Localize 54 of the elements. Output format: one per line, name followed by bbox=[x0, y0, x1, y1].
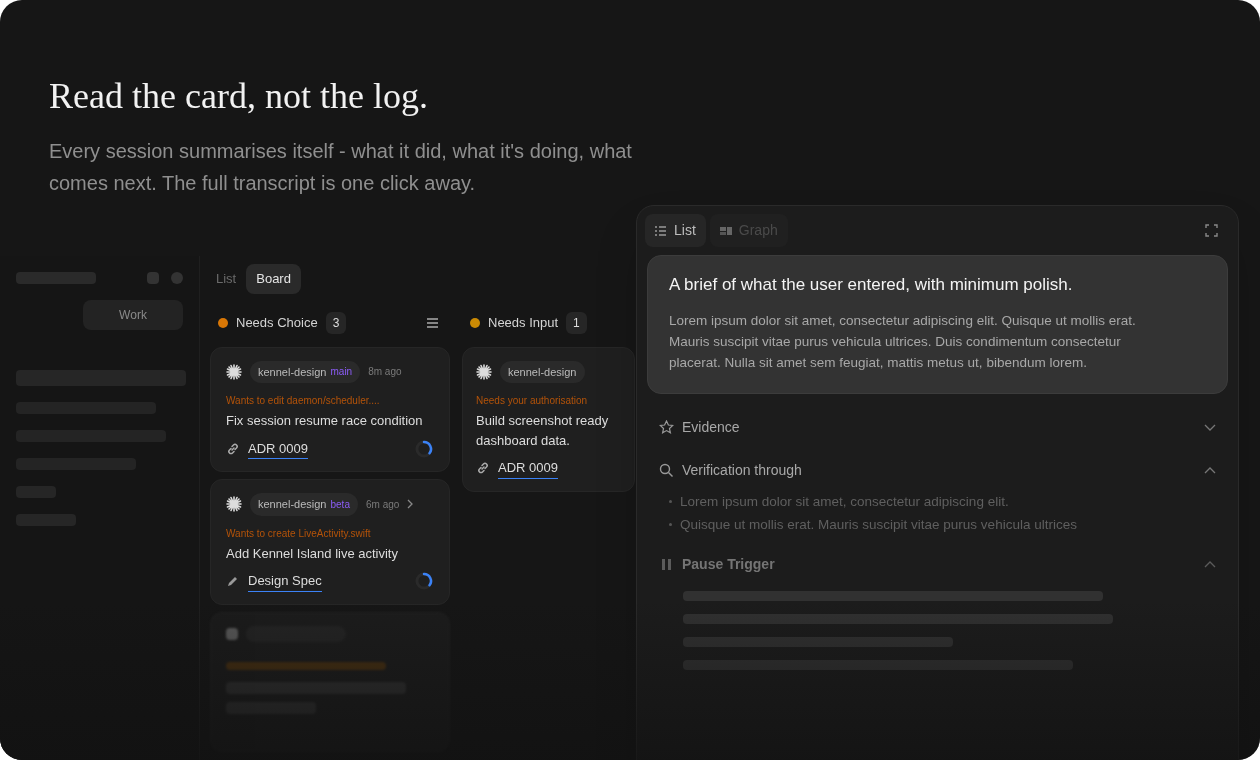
doc-link[interactable]: ADR 0009 bbox=[498, 458, 558, 479]
session-card[interactable]: kennel-design main 8m ago Wants to edit daemon/scheduler.... Fix session resume race condition ADR 0009 bbox=[210, 346, 450, 472]
card-title: Build screenshot ready bbox=[476, 412, 610, 430]
action-text: Needs your authorisation bbox=[476, 394, 589, 408]
action-text: Wants to edit daemon/scheduler.... bbox=[226, 394, 381, 408]
card-title: Add Kennel Island live activity bbox=[226, 544, 399, 563]
pause-icon bbox=[659, 557, 674, 572]
star-icon bbox=[659, 419, 674, 435]
count-badge: 3 bbox=[325, 311, 347, 334]
repo-name: kennel-design bbox=[258, 497, 327, 512]
link-icon bbox=[476, 461, 490, 476]
subtitle: Every session summarises itself - what it did, what it's doing, what comes next. The full transcript is one click away. bbox=[49, 139, 633, 196]
card-title: Fix session resume race condition bbox=[226, 412, 424, 430]
list-icon bbox=[655, 225, 667, 236]
burst-icon bbox=[226, 496, 242, 513]
fullscreen-icon[interactable] bbox=[1205, 224, 1218, 237]
repo-name: kennel-design bbox=[258, 364, 327, 380]
brief-title: A brief of what the user entered, with minimum polish. bbox=[669, 274, 1074, 296]
burst-icon bbox=[226, 363, 242, 380]
blurred-icon bbox=[226, 627, 238, 640]
pencil-icon bbox=[226, 574, 240, 589]
brief-text: Lorem ipsum dolor sit amet, consectetur adipiscing elit. Quisque ut mollis erat. Mauris suscipit vitae purus vehicula ultrices. Duis condimentum consectetur placerat. Nulla sit amet sem feugiat, mattis metus ut, bibendum lorem. bbox=[669, 311, 1137, 372]
toolbar-icon bbox=[171, 272, 183, 284]
view-tab[interactable]: Board bbox=[246, 264, 301, 294]
time-ago: 8m ago bbox=[368, 365, 402, 380]
menu-icon[interactable] bbox=[427, 317, 438, 328]
section-header[interactable]: Evidence bbox=[659, 405, 1216, 449]
branch-name: beta bbox=[330, 497, 350, 512]
doc-link[interactable]: Design Spec bbox=[248, 571, 322, 592]
progress-spinner bbox=[414, 571, 434, 592]
view-tab[interactable]: List bbox=[645, 214, 706, 247]
column-title: Needs Input bbox=[488, 313, 559, 332]
graph-icon bbox=[719, 225, 732, 236]
link-icon bbox=[226, 441, 240, 456]
card-title: dashboard data. bbox=[476, 431, 571, 450]
bullet-text: Lorem ipsum dolor sit amet, consectetur adipiscing elit. bbox=[680, 492, 1009, 511]
time-ago: 6m ago bbox=[365, 497, 400, 512]
toolbar-icon bbox=[147, 272, 159, 284]
section-header[interactable]: Pause Trigger bbox=[659, 543, 1216, 586]
column-title: Needs Choice bbox=[236, 313, 318, 332]
session-card[interactable]: kennel-design Needs your authorisation Build screenshot ready dashboard data. ADR 0009 bbox=[462, 346, 635, 492]
count-badge: 1 bbox=[566, 311, 587, 334]
headline: Read the card, not the log. bbox=[49, 75, 429, 118]
segment-button[interactable]: Work bbox=[83, 300, 183, 330]
repo-name: kennel-design bbox=[508, 364, 577, 380]
section-header[interactable]: Verification through bbox=[659, 448, 1216, 492]
doc-link[interactable]: ADR 0009 bbox=[248, 438, 308, 459]
action-text: Wants to create LiveActivity.swift bbox=[226, 526, 372, 541]
bullet-text: Quisque ut mollis erat. Mauris suscipit vitae purus vehicula ultrices bbox=[680, 515, 1077, 534]
search-icon bbox=[659, 462, 674, 478]
branch-name: main bbox=[330, 365, 353, 380]
session-card[interactable]: kennel-design beta 6m ago Wants to create LiveActivity.swift Add Kennel Island live activity Design Spec bbox=[210, 479, 450, 605]
progress-spinner bbox=[414, 438, 434, 459]
burst-icon bbox=[476, 363, 492, 380]
